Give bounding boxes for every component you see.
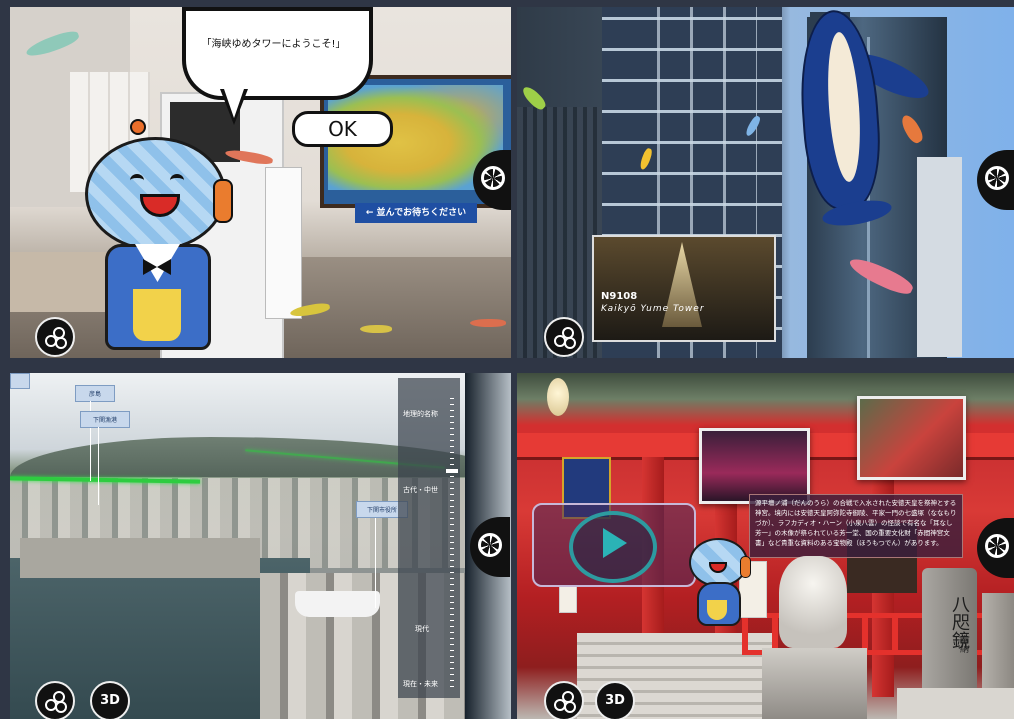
bubbles-icon	[45, 691, 67, 713]
port-warehouses	[20, 538, 260, 578]
info-text-card[interactable]: 源平壇ノ浦（だんのうら）の合戦で入水された安徳天皇を祭神とする神宮。境内には安徳…	[749, 494, 963, 558]
camera-shutter-icon	[985, 166, 1009, 190]
stone-monument-subtext: 奉納	[958, 635, 968, 653]
3d-button[interactable]: 3D	[595, 681, 635, 719]
mascot-character[interactable]	[687, 538, 752, 628]
ar-view-welcome: ← 並んでお待ちください 「海峡ゆめタワーにようこそ!」 OK	[10, 7, 511, 358]
label-leader-line	[375, 518, 376, 608]
mascot-belly	[133, 289, 181, 341]
camera-shutter-icon	[481, 166, 505, 190]
camera-shutter-icon	[478, 533, 502, 557]
stone-pillar	[982, 593, 1014, 703]
video-code: N9108	[601, 291, 638, 302]
ar-view-shrine: 源平壇ノ浦（だんのうら）の合戦で入水された安徳天皇を祭神とする神宮。境内には安徳…	[517, 373, 1014, 719]
photo-card-performance[interactable]	[699, 428, 810, 504]
effects-toggle-button[interactable]	[544, 681, 584, 719]
time-ruler-mark-future: 現在・未来	[403, 680, 438, 688]
bubbles-icon	[45, 327, 67, 349]
ar-view-panorama: 彦島 下関漁港 下関市役所 地理的名称 古代・中世 現代 現在・未来 3D	[10, 373, 511, 719]
time-ruler-handle[interactable]	[446, 469, 458, 473]
ground	[897, 688, 1014, 719]
camera-shutter-tab[interactable]	[977, 518, 1014, 578]
time-ruler-mark-medieval: 古代・中世	[403, 486, 438, 494]
effects-toggle-button[interactable]	[35, 317, 75, 357]
ok-button[interactable]: OK	[292, 111, 393, 147]
bubbles-icon	[554, 327, 576, 349]
mascot-ear-right	[213, 179, 233, 223]
mascot-character[interactable]	[75, 119, 250, 354]
mascot-antenna	[130, 119, 146, 135]
time-ruler-mark-modern: 現代	[415, 625, 429, 633]
speech-bubble-text: 「海峡ゆめタワーにようこそ!」	[201, 39, 346, 50]
kiosk-sign	[265, 167, 302, 319]
time-ruler-title: 地理的名称	[403, 410, 438, 418]
notice-board	[559, 585, 577, 613]
play-icon	[603, 528, 627, 558]
tower-base-structure	[917, 157, 962, 357]
lion-statue-pedestal	[762, 648, 867, 719]
mascot-eye-right	[170, 174, 184, 187]
mascot-ear-right	[740, 556, 751, 578]
speech-bubble-tail-inner	[224, 89, 244, 118]
komainu-statue	[779, 556, 847, 648]
mascot-belly	[707, 600, 727, 620]
effects-toggle-button[interactable]	[35, 681, 75, 719]
ferry-ship	[295, 591, 380, 617]
queue-sign: ← 並んでお待ちください	[355, 203, 477, 223]
ar-view-tower: N9108 Kaikyō Yume Tower	[517, 7, 1014, 358]
speech-bubble	[182, 7, 373, 100]
bubbles-icon	[554, 691, 576, 713]
map-label-fishing-port[interactable]: 下関漁港	[80, 411, 130, 428]
fish-icon	[360, 325, 392, 333]
3d-button[interactable]: 3D	[90, 681, 130, 719]
label-leader-line	[98, 427, 99, 505]
map-label-edge[interactable]	[10, 373, 30, 389]
camera-shutter-icon	[985, 534, 1009, 558]
camera-shutter-tab[interactable]	[977, 150, 1014, 210]
ornament	[547, 378, 569, 416]
video-title: Kaikyō Yume Tower	[601, 304, 705, 314]
mascot-eye-left	[130, 174, 144, 187]
effects-toggle-button[interactable]	[544, 317, 584, 357]
photo-card-festival[interactable]	[857, 396, 966, 480]
time-ruler-track[interactable]	[450, 398, 454, 688]
map-label-hikoshima[interactable]: 彦島	[75, 385, 115, 402]
fish-icon	[470, 319, 506, 327]
